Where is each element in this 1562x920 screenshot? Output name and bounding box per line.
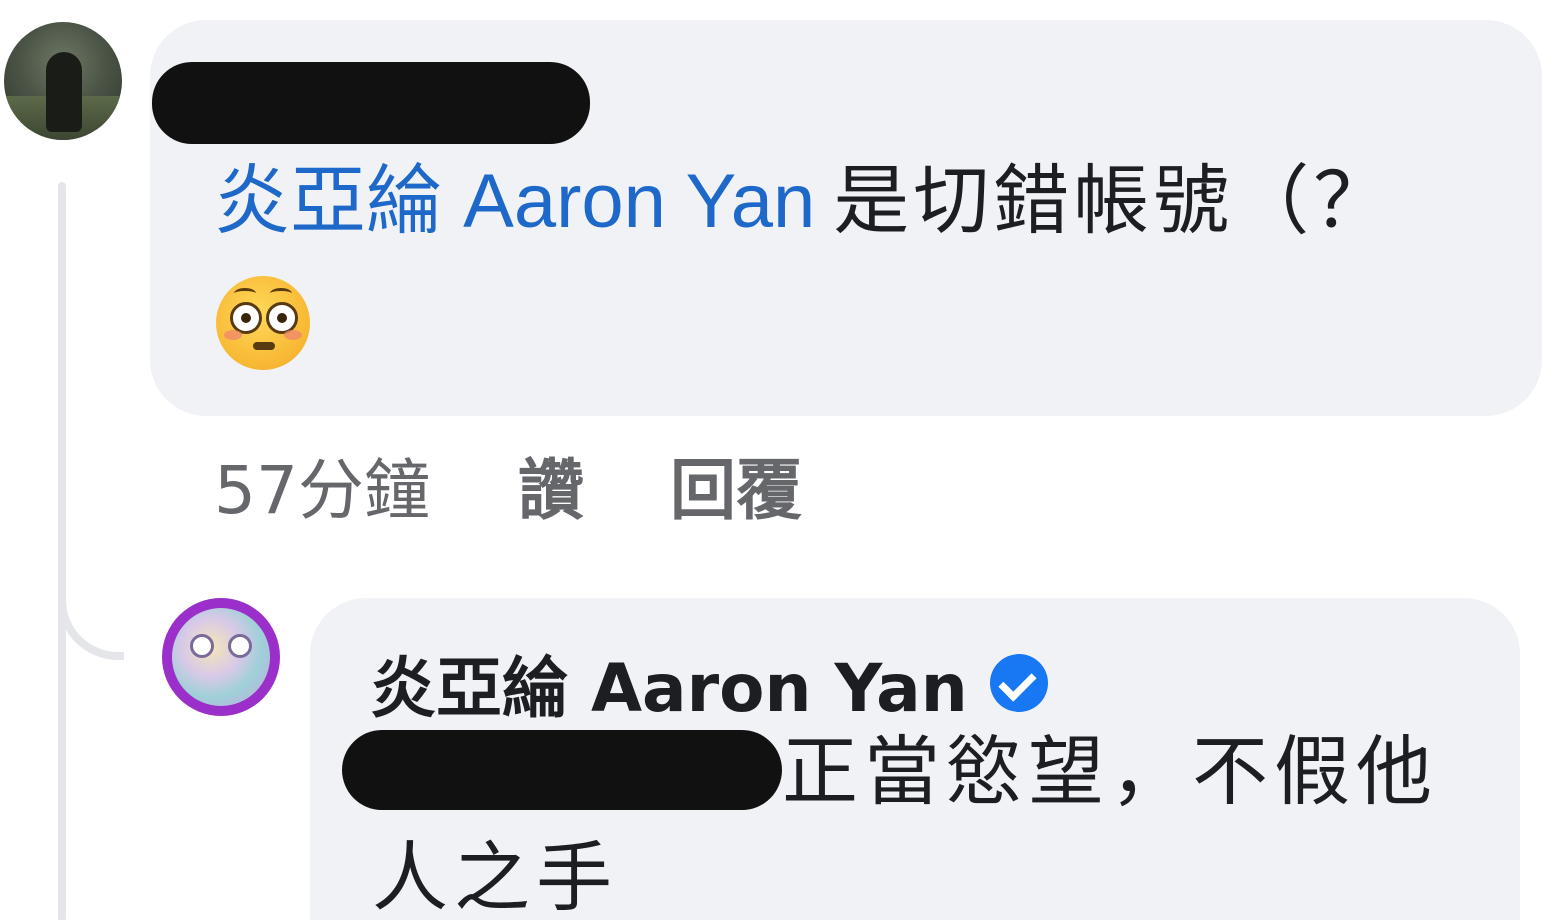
commenter-avatar[interactable] <box>4 22 122 140</box>
avatar-figure <box>46 52 82 132</box>
reply-text-line-1: 正當慾望，不假他 <box>782 727 1438 816</box>
thread-connector-line <box>58 182 66 920</box>
avatar-image <box>172 608 270 706</box>
avatar-eye-right <box>228 634 252 658</box>
flushed-face-emoji <box>216 276 310 370</box>
mention-name-cjk: 炎亞綸 <box>214 156 442 245</box>
emoji-brow-left <box>234 288 256 299</box>
comment-timestamp[interactable]: 57分鐘 <box>214 437 430 533</box>
comment-thread: 炎亞綸 Aaron Yan 是切錯帳號（？ 57分鐘 讚 回覆 炎亞綸 Aaron… <box>0 0 1562 920</box>
emoji-blush-right <box>284 330 302 340</box>
mention-name-latin: Aaron Yan <box>463 159 816 244</box>
thread-connector-curve <box>58 560 124 660</box>
reply-author-avatar[interactable] <box>162 598 280 716</box>
emoji-brow-right <box>270 288 292 299</box>
comment-meta-row: 57分鐘 讚 回覆 <box>214 440 802 530</box>
reply-author-label: 炎亞綸 Aaron Yan <box>370 650 968 727</box>
watermark <box>1190 836 1550 896</box>
reply-author-name[interactable]: 炎亞綸 Aaron Yan <box>370 640 1048 727</box>
like-button[interactable]: 讚 <box>518 437 584 533</box>
mention-link[interactable]: 炎亞綸 Aaron Yan <box>214 156 816 245</box>
avatar-eye-left <box>190 634 214 658</box>
comment-text: 炎亞綸 Aaron Yan 是切錯帳號（？ <box>214 156 1393 247</box>
emoji-mouth <box>253 342 275 350</box>
redacted-mention <box>342 730 782 810</box>
redacted-commenter-name <box>152 62 590 144</box>
reply-button[interactable]: 回覆 <box>670 437 802 533</box>
reply-text-line-2: 人之手 <box>372 833 618 920</box>
emoji-blush-left <box>224 330 242 340</box>
comment-body: 是切錯帳號（？ <box>833 156 1394 245</box>
verified-check-icon <box>989 654 1048 712</box>
